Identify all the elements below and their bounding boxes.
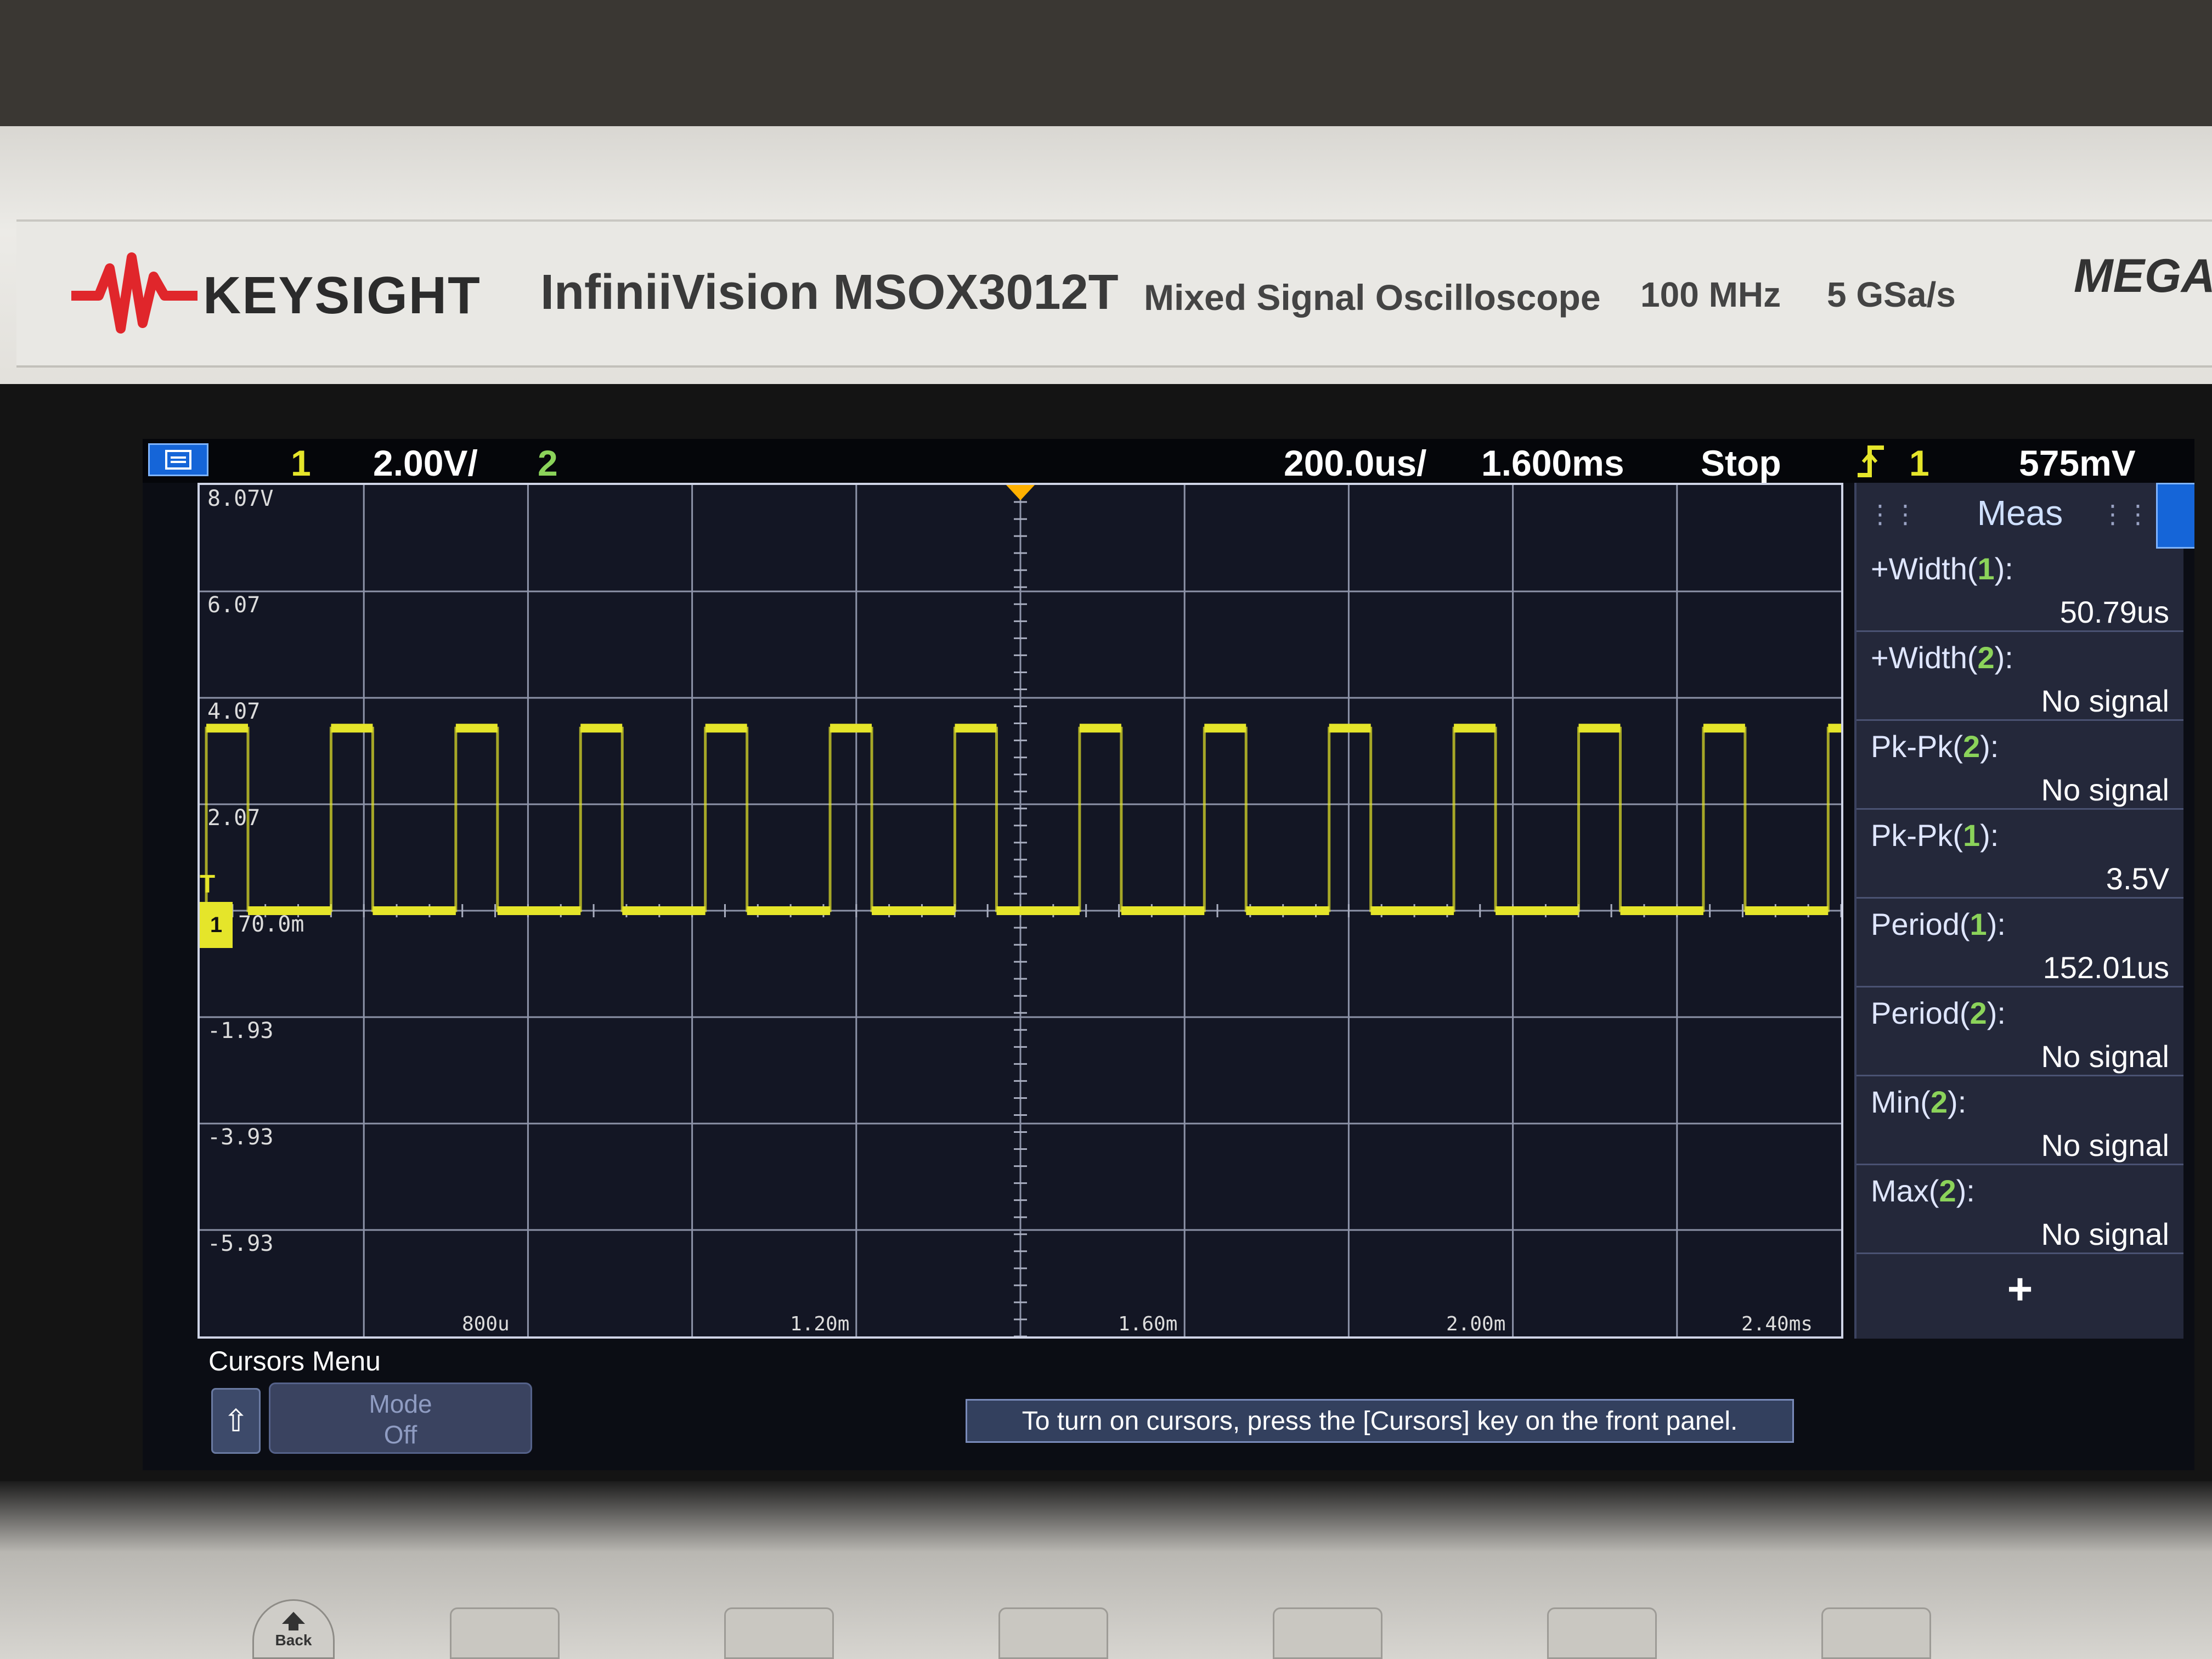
graticule-grid (200, 485, 1841, 1336)
meas-item-value: No signal (2041, 684, 2169, 718)
voltage-label: 70.0m (238, 912, 304, 937)
meas-item-label: Period(2): (1871, 996, 2006, 1030)
back-button-label: Back (275, 1631, 312, 1649)
cursor-mode-value: Off (383, 1420, 417, 1449)
voltage-label: 6.07 (207, 592, 261, 618)
timebase-delay[interactable]: 1.600ms (1481, 442, 1624, 484)
cursor-hint-message: To turn on cursors, press the [Cursors] … (966, 1399, 1794, 1443)
trigger-position-marker (1006, 485, 1035, 500)
meas-item-label: +Width(2): (1871, 640, 2013, 675)
side-menu-icon[interactable] (2156, 483, 2194, 549)
softkey-2[interactable] (724, 1607, 834, 1659)
meas-item[interactable]: Pk-Pk(2): No signal (1857, 721, 2183, 810)
meas-item-label: Max(2): (1871, 1173, 1975, 1208)
time-label: 2.40ms (1741, 1313, 1813, 1335)
meas-item[interactable]: Max(2): No signal (1857, 1165, 2183, 1254)
mega-zoom-logo: MEGA (2074, 250, 2212, 302)
meas-item-value: No signal (2041, 772, 2169, 807)
ch2-indicator[interactable]: 2 (538, 442, 558, 484)
trigger-level-marker[interactable]: T (200, 869, 227, 899)
trigger-source[interactable]: 1 (1909, 442, 1929, 484)
cursor-mode-softkey[interactable]: Mode Off (269, 1383, 532, 1454)
meas-item[interactable]: Pk-Pk(1): 3.5V (1857, 810, 2183, 899)
softkey-5[interactable] (1547, 1607, 1657, 1659)
trigger-edge-icon (1858, 445, 1884, 477)
meas-title: Meas (1977, 493, 2063, 533)
meas-item[interactable]: +Width(2): No signal (1857, 632, 2183, 721)
softkey-4[interactable] (1273, 1607, 1383, 1659)
add-measurement-button[interactable]: + (1857, 1254, 2183, 1314)
cursor-mode-label: Mode (369, 1390, 432, 1418)
softkey-1[interactable] (450, 1607, 560, 1659)
waveform-graticule: 8.07V 6.07 4.07 2.07 70.0m -1.93 -3.93 -… (198, 483, 1843, 1339)
status-bar: 1 2.00V/ 2 200.0us/ 1.600ms Stop 1 575mV (143, 439, 2194, 483)
meas-item-label: Period(1): (1871, 907, 2006, 941)
meas-item[interactable]: +Width(1): 50.79us (1857, 543, 2183, 632)
ch1-indicator[interactable]: 1 (291, 442, 311, 484)
meas-item-value: 50.79us (2059, 595, 2169, 629)
softkey-6[interactable] (1821, 1607, 1931, 1659)
meas-item-value: 152.01us (2042, 950, 2169, 985)
ch1-ground-marker[interactable]: 1 (200, 902, 233, 948)
voltage-label: -3.93 (207, 1125, 274, 1150)
meas-header: ⋮⋮ Meas ⋮⋮ (1857, 483, 2183, 543)
keysight-logo-icon (71, 252, 198, 334)
voltage-label: 8.07V (207, 486, 274, 511)
meas-list: +Width(1): 50.79us +Width(2): No signal Pk-P… (1857, 543, 2183, 1254)
time-label: 1.20m (790, 1313, 850, 1335)
time-label: 800u (462, 1313, 510, 1335)
meas-item-label: Min(2): (1871, 1085, 1967, 1119)
oscilloscope-screen: 1 2.00V/ 2 200.0us/ 1.600ms Stop 1 575mV… (143, 439, 2194, 1470)
model-description: Mixed Signal Oscilloscope (1144, 277, 1601, 318)
timebase-scale[interactable]: 200.0us/ (1284, 442, 1427, 484)
meas-item-value: No signal (2041, 1128, 2169, 1163)
ch1-scale[interactable]: 2.00V/ (373, 442, 478, 484)
drag-handle-icon[interactable]: ⋮⋮ (1867, 499, 1918, 529)
main-menu-icon[interactable] (148, 443, 208, 476)
cursors-menu: Cursors Menu ⇧ Mode Off To turn on curso… (165, 1339, 2194, 1470)
model-sample-rate: 5 GSa/s (1827, 275, 1956, 314)
meas-item-value: 3.5V (2106, 861, 2169, 896)
meas-item-label: Pk-Pk(1): (1871, 818, 1999, 853)
meas-item[interactable]: Period(1): 152.01us (1857, 899, 2183, 988)
voltage-label: 2.07 (207, 805, 261, 831)
meas-item-label: Pk-Pk(2): (1871, 729, 1999, 764)
meas-item-label: +Width(1): (1871, 551, 2013, 586)
meas-item-value: No signal (2041, 1039, 2169, 1074)
up-arrow-icon[interactable]: ⇧ (211, 1388, 261, 1454)
voltage-label: -5.93 (207, 1231, 274, 1256)
brand-logo-text: KEYSIGHT (203, 266, 481, 325)
voltage-label: 4.07 (207, 699, 261, 724)
meas-item[interactable]: Min(2): No signal (1857, 1076, 2183, 1165)
voltage-label: -1.93 (207, 1018, 274, 1043)
run-state[interactable]: Stop (1701, 442, 1781, 484)
drag-handle-icon[interactable]: ⋮⋮ (2100, 499, 2151, 529)
trigger-level[interactable]: 575mV (2019, 442, 2136, 484)
softkey-3[interactable] (998, 1607, 1108, 1659)
back-arrow-icon (282, 1611, 305, 1630)
meas-item-value: No signal (2041, 1217, 2169, 1251)
time-label: 1.60m (1118, 1313, 1178, 1335)
meas-item[interactable]: Period(2): No signal (1857, 988, 2183, 1076)
brand-strip: KEYSIGHT InfiniiVision MSOX3012T Mixed S… (16, 219, 2212, 368)
model-name: InfiniiVision MSOX3012T (540, 265, 1119, 320)
time-label: 2.00m (1446, 1313, 1506, 1335)
cursors-menu-title: Cursors Menu (208, 1346, 381, 1376)
measurement-panel: ⋮⋮ Meas ⋮⋮ +Width(1): 50.79us +Width(2): No… (1854, 483, 2183, 1361)
model-bandwidth: 100 MHz (1640, 275, 1781, 314)
